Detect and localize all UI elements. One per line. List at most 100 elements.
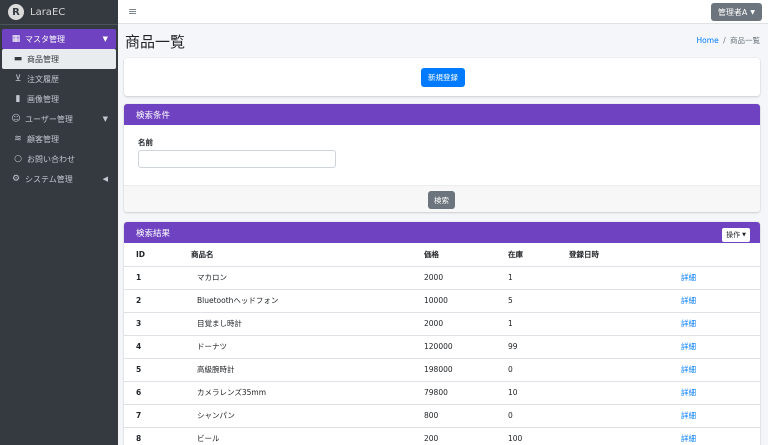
breadcrumb-current: 商品一覧 <box>730 36 760 45</box>
sidebar-item-users[interactable]: ☺ ユーザー管理 ▼ <box>2 109 116 129</box>
cell-date <box>569 334 681 358</box>
cell-price: 10000 <box>424 288 508 312</box>
results-card: 検索結果 操作 ▼ ID 商品名 価格 在庫 登録日時 1 マカロン 2000 … <box>124 222 760 445</box>
sidebar-item-images[interactable]: ▮ 画像管理 <box>2 89 116 109</box>
sidebar-item-contact[interactable]: ○ お問い合わせ <box>2 149 116 169</box>
table-header-row: ID 商品名 価格 在庫 登録日時 <box>124 243 760 267</box>
grid-icon: ▦ <box>11 34 21 44</box>
sidebar-item-orders[interactable]: ⊻ 注文履歴 <box>2 69 116 89</box>
detail-link[interactable]: 詳細 <box>681 411 696 420</box>
cell-stock: 99 <box>508 334 569 358</box>
name-search-input[interactable] <box>138 150 336 168</box>
sidebar-item-label: マスタ管理 <box>25 34 65 44</box>
column-header-name: 商品名 <box>191 243 424 267</box>
chevron-down-icon: ▼ <box>102 115 108 123</box>
cell-name: マカロン <box>191 265 424 289</box>
detail-link[interactable]: 詳細 <box>681 296 696 305</box>
search-card-footer: 検索 <box>124 185 760 212</box>
chevron-down-icon: ▼ <box>102 35 108 43</box>
new-product-button[interactable]: 新規登録 <box>421 68 465 87</box>
detail-link[interactable]: 詳細 <box>681 273 696 282</box>
cell-price: 120000 <box>424 334 508 358</box>
sidebar-item-master[interactable]: ▦ マスタ管理 ▼ <box>2 29 116 49</box>
cell-name: ビール <box>191 426 424 445</box>
operations-dropdown-button[interactable]: 操作 ▼ <box>722 228 750 242</box>
cell-name: シャンパン <box>191 403 424 427</box>
detail-link[interactable]: 詳細 <box>681 319 696 328</box>
sidebar-item-label: 画像管理 <box>27 94 59 104</box>
cube-icon: ▬ <box>13 54 23 64</box>
cell-name: 目覚まし時計 <box>191 311 424 335</box>
column-header-date: 登録日時 <box>569 243 681 267</box>
table-row: 1 マカロン 2000 1 詳細 <box>124 265 760 289</box>
sidebar-item-label: お問い合わせ <box>27 154 75 164</box>
search-button[interactable]: 検索 <box>428 191 455 209</box>
cell-stock: 1 <box>508 265 569 289</box>
brand[interactable]: R LaraEC <box>0 0 118 25</box>
detail-link[interactable]: 詳細 <box>681 342 696 351</box>
cell-date <box>569 380 681 404</box>
column-header-id: ID <box>124 243 191 267</box>
sidebar-nav: ▦ マスタ管理 ▼ ▬ 商品管理 ⊻ 注文履歴 ▮ 画像管理 ☺ ユーザー管理 … <box>0 25 118 189</box>
sidebar-item-system[interactable]: ⚙ システム管理 ◀ <box>2 169 116 189</box>
cell-date <box>569 288 681 312</box>
detail-link[interactable]: 詳細 <box>681 388 696 397</box>
cell-price: 198000 <box>424 357 508 381</box>
cell-detail: 詳細 <box>681 311 760 335</box>
table-row: 3 目覚まし時計 2000 1 詳細 <box>124 311 760 335</box>
cell-detail: 詳細 <box>681 357 760 381</box>
results-card-header: 検索結果 操作 ▼ <box>124 222 760 243</box>
cell-detail: 詳細 <box>681 334 760 358</box>
cell-price: 79800 <box>424 380 508 404</box>
user-menu-button[interactable]: 管理者A ▼ <box>710 3 762 21</box>
sidebar-item-label: 注文履歴 <box>27 74 59 84</box>
cell-name: ドーナツ <box>191 334 424 358</box>
hamburger-menu-icon[interactable]: ≡ <box>128 5 137 18</box>
cell-price: 2000 <box>424 265 508 289</box>
user-circle-icon: ☺ <box>11 114 21 124</box>
cart-icon: ⊻ <box>14 74 22 84</box>
cell-date <box>569 426 681 445</box>
chat-icon: ○ <box>14 154 22 164</box>
cell-date <box>569 403 681 427</box>
cell-stock: 100 <box>508 426 569 445</box>
cell-id: 8 <box>124 426 191 445</box>
cell-id: 4 <box>124 334 191 358</box>
cell-id: 3 <box>124 311 191 335</box>
cell-id: 7 <box>124 403 191 427</box>
name-field-label: 名前 <box>138 138 153 147</box>
cell-date <box>569 311 681 335</box>
file-icon: ▮ <box>15 94 21 104</box>
sidebar-item-label: ユーザー管理 <box>25 114 73 124</box>
sidebar-item-products[interactable]: ▬ 商品管理 <box>2 49 116 69</box>
topbar: ≡ 管理者A ▼ <box>118 0 768 24</box>
sidebar-item-customers[interactable]: ≋ 顧客管理 <box>2 129 116 149</box>
brand-logo: R <box>8 4 24 20</box>
results-card-title: 検索結果 <box>136 228 171 239</box>
cell-name: カメラレンズ35mm <box>191 380 424 404</box>
caret-down-icon: ▼ <box>750 8 755 16</box>
page-title: 商品一覧 <box>125 33 186 51</box>
cell-id: 6 <box>124 380 191 404</box>
cell-stock: 0 <box>508 357 569 381</box>
cell-name: Bluetoothヘッドフォン <box>191 288 424 312</box>
user-menu-label: 管理者A <box>717 7 748 17</box>
caret-down-icon: ▼ <box>742 232 746 238</box>
breadcrumb-home-link[interactable]: Home <box>697 36 719 45</box>
detail-link[interactable]: 詳細 <box>681 434 696 443</box>
column-header-actions <box>681 243 760 267</box>
cell-date <box>569 357 681 381</box>
cell-detail: 詳細 <box>681 288 760 312</box>
cell-detail: 詳細 <box>681 380 760 404</box>
table-row: 2 Bluetoothヘッドフォン 10000 5 詳細 <box>124 288 760 312</box>
cell-price: 2000 <box>424 311 508 335</box>
cell-stock: 0 <box>508 403 569 427</box>
search-card: 検索条件 名前 検索 <box>124 104 760 212</box>
sidebar: R LaraEC ▦ マスタ管理 ▼ ▬ 商品管理 ⊻ 注文履歴 ▮ 画像管理 … <box>0 0 118 445</box>
detail-link[interactable]: 詳細 <box>681 365 696 374</box>
cell-id: 2 <box>124 288 191 312</box>
cell-id: 5 <box>124 357 191 381</box>
cogs-icon: ⚙ <box>11 174 21 184</box>
sidebar-item-label: 商品管理 <box>27 54 59 64</box>
table-row: 4 ドーナツ 120000 99 詳細 <box>124 334 760 358</box>
